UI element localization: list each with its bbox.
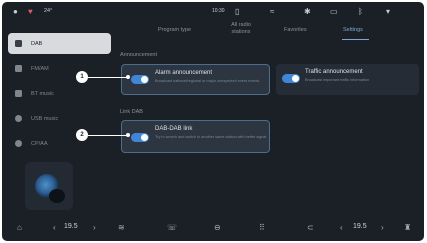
sidebar-item-label: CP/AA — [31, 140, 48, 147]
usb-icon — [15, 115, 22, 122]
left-temp-increase-icon[interactable]: › — [93, 223, 96, 232]
fan-icon[interactable]: ≈ — [270, 7, 274, 16]
sidebar-item-label: BT music — [31, 90, 54, 97]
outside-temperature: 24° — [44, 8, 53, 14]
bluetooth-status-icon[interactable]: ✱ — [304, 7, 311, 16]
climate-bar: ⌂ ‹ 19.5 › ≋ ☏ ⊖ ⠿ ⊂ ‹ 19.5 › ♜ — [2, 215, 424, 241]
callout-1-line — [88, 77, 128, 78]
tab-all-radio-stations[interactable]: All radio stations — [224, 22, 258, 36]
media-icon[interactable]: ▭ — [330, 7, 338, 16]
card-title: Traffic announcement — [305, 69, 363, 75]
sidebar-item-fm-am[interactable]: FM/AM — [8, 58, 111, 79]
user-icon[interactable]: ● — [13, 7, 18, 16]
carplay-icon — [15, 140, 22, 147]
callout-2-pointer — [126, 133, 130, 137]
phone-icon[interactable]: ▯ — [235, 7, 239, 16]
sidebar-item-label: DAB — [31, 40, 43, 47]
seat-heat-icon[interactable]: ≋ — [118, 223, 125, 232]
right-temp-decrease-icon[interactable]: ‹ — [340, 223, 343, 232]
radio-icon — [15, 40, 22, 47]
card-description: Try to search and switch to another same… — [155, 135, 267, 139]
air-flow-icon[interactable]: ⊂ — [307, 223, 314, 232]
sidebar-item-label: USB music — [31, 115, 59, 122]
bluetooth-icon[interactable]: ᛒ — [358, 7, 363, 16]
traffic-announcement-card[interactable]: Traffic announcement Broadcast important… — [276, 64, 419, 95]
head-unit-screen: ● ♥ 24° 10:30 ▯ ≈ ✱ ▭ ᛒ ▾ DAB FM/AM BT m… — [2, 2, 424, 241]
status-bar: ● ♥ 24° 10:30 ▯ ≈ ✱ ▭ ᛒ ▾ — [2, 2, 424, 22]
active-tab-indicator — [342, 39, 369, 40]
alarm-announcement-card[interactable]: Alarm announcement Broadcast national/re… — [121, 64, 270, 95]
album-artwork[interactable] — [25, 162, 73, 210]
left-temperature: 19.5 — [64, 223, 78, 230]
seat-icon[interactable]: ♜ — [404, 223, 411, 232]
callout-2-line — [88, 135, 128, 136]
callout-1-pointer — [126, 75, 130, 79]
connected-car-icon[interactable]: ♥ — [28, 7, 33, 16]
tab-settings[interactable]: Settings — [343, 27, 363, 34]
sidebar-item-dab[interactable]: DAB — [8, 33, 111, 54]
phone-icon[interactable]: ☏ — [167, 223, 177, 232]
tab-program-type[interactable]: Program type — [158, 27, 191, 34]
right-temp-increase-icon[interactable]: › — [381, 223, 384, 232]
car-icon[interactable]: ⊖ — [214, 223, 221, 232]
dab-dab-link-card[interactable]: DAB-DAB link Try to search and switch to… — [121, 120, 270, 153]
card-description: Broadcast important traffic information — [305, 78, 370, 82]
apps-grid-icon[interactable]: ⠿ — [259, 223, 265, 232]
traffic-announcement-toggle[interactable] — [282, 74, 300, 83]
radio-icon — [15, 65, 22, 72]
sidebar-item-label: FM/AM — [31, 65, 49, 72]
clock: 10:30 — [212, 8, 225, 14]
left-temp-decrease-icon[interactable]: ‹ — [53, 223, 56, 232]
alarm-announcement-toggle[interactable] — [131, 75, 149, 84]
section-title-link-dab: Link DAB — [120, 109, 143, 115]
callout-2: 2 — [76, 129, 88, 141]
home-icon[interactable]: ⌂ — [17, 223, 22, 232]
section-title-announcement: Announcement — [120, 52, 157, 58]
bluetooth-icon — [15, 90, 22, 97]
card-description: Broadcast national/regional or major une… — [155, 79, 260, 83]
card-title: Alarm announcement — [155, 70, 213, 76]
callout-1: 1 — [76, 71, 88, 83]
sidebar-item-bt-music[interactable]: BT music — [8, 83, 111, 104]
tab-favorites[interactable]: Favorites — [284, 27, 307, 34]
right-temperature: 19.5 — [353, 223, 367, 230]
sidebar-item-cp-aa[interactable]: CP/AA — [8, 133, 111, 154]
wifi-icon[interactable]: ▾ — [386, 7, 390, 16]
card-title: DAB-DAB link — [155, 126, 193, 132]
sidebar-item-usb-music[interactable]: USB music — [8, 108, 111, 129]
source-sidebar: DAB FM/AM BT music USB music CP/AA — [8, 33, 111, 158]
dab-dab-link-toggle[interactable] — [131, 133, 149, 142]
